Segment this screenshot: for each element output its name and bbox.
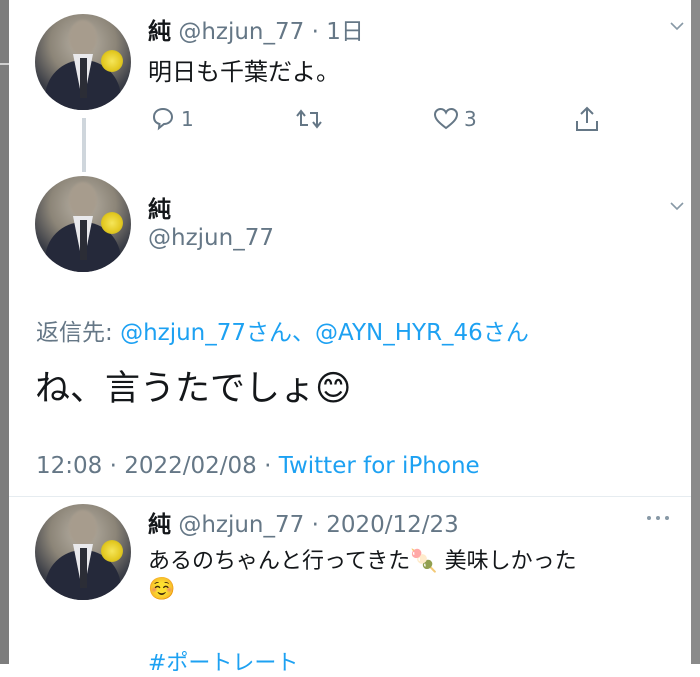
hashtag-link[interactable]: #ポートレート [148, 645, 298, 677]
tweet-header: 純 @hzjun_77 · 2020/12/23 [148, 505, 459, 539]
tweet-text: ね、言うたでしょ😊 [35, 369, 352, 409]
display-name[interactable]: 純 [148, 19, 171, 45]
like-button[interactable]: 3 [432, 105, 477, 133]
tweet-text: 明日も千葉だよ。 [148, 58, 340, 86]
avatar[interactable] [35, 176, 131, 272]
handle-time[interactable]: @hzjun_77 · 1日 [178, 19, 364, 45]
display-name[interactable]: 純 [148, 512, 171, 538]
display-name[interactable]: 純 [148, 190, 171, 224]
reply-icon [152, 107, 174, 131]
divider [9, 496, 691, 497]
share-button[interactable] [572, 104, 602, 134]
share-icon [576, 106, 598, 131]
tweet-text: あるのちゃんと行ってきた🍡 美味しかった [148, 549, 577, 574]
avatar[interactable] [35, 14, 131, 110]
tweet-meta: 12:08 · 2022/02/08 · Twitter for iPhone [36, 453, 480, 479]
tweet-thread: 純 @hzjun_77 · 1日 明日も千葉だよ。 1 3 純 @hzjun_7… [9, 0, 691, 676]
tweet-text-emoji: ☺️ [148, 577, 176, 602]
divider [0, 63, 9, 65]
handle-time[interactable]: @hzjun_77 · 2020/12/23 [178, 512, 458, 538]
thread-line [82, 118, 86, 172]
handle[interactable]: @hzjun_77 [148, 225, 274, 251]
timestamp[interactable]: 12:08 · 2022/02/08 · [36, 453, 279, 479]
reply-count: 1 [181, 107, 194, 131]
source-client[interactable]: Twitter for iPhone [279, 453, 480, 479]
reply-button[interactable]: 1 [149, 105, 194, 133]
like-count: 3 [464, 107, 477, 131]
chevron-down-icon[interactable] [669, 198, 685, 214]
reply-to-mentions[interactable]: @hzjun_77さん、@AYN_HYR_46さん [120, 320, 529, 346]
like-icon [433, 107, 459, 130]
retweet-button[interactable] [294, 105, 324, 133]
retweet-icon [296, 109, 322, 129]
avatar[interactable] [35, 504, 131, 600]
reply-to-label: 返信先: [36, 320, 113, 346]
reply-to: 返信先: @hzjun_77さん、@AYN_HYR_46さん [36, 313, 529, 347]
more-icon[interactable] [645, 513, 671, 523]
tweet-header: 純 @hzjun_77 · 1日 [148, 12, 364, 46]
left-edge [0, 0, 9, 664]
chevron-down-icon[interactable] [669, 18, 685, 34]
right-edge [691, 0, 700, 664]
